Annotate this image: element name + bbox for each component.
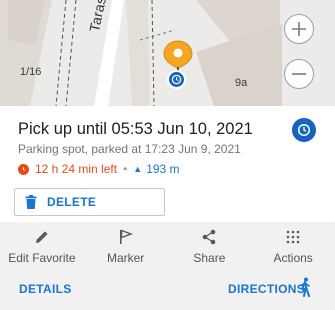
map-label-building: 9a <box>235 77 248 89</box>
share-icon <box>203 229 216 245</box>
delete-label: DELETE <box>47 195 97 209</box>
status-row: 12 h 24 min left • ▲ 193 m <box>18 162 180 176</box>
delete-button[interactable]: DELETE <box>14 188 165 216</box>
grid-dots-icon <box>286 230 300 244</box>
directions-button[interactable]: DIRECTIONS <box>228 282 305 296</box>
marker-label: Marker <box>106 251 145 265</box>
separator-dot: • <box>123 162 128 176</box>
distance-text: 193 m <box>146 162 180 176</box>
edit-favorite-button[interactable]: Edit Favorite <box>0 222 84 270</box>
alarm-clock-icon <box>18 163 29 175</box>
actions-label: Actions <box>273 251 313 265</box>
map-view[interactable]: 1/16 9a Tarasivska <box>0 0 335 106</box>
time-left-text: 12 h 24 min left <box>35 162 118 176</box>
trash-icon <box>25 195 37 209</box>
pencil-icon <box>35 231 48 243</box>
favorite-title: Pick up until 05:53 Jun 10, 2021 <box>18 120 253 138</box>
edit-favorite-label: Edit Favorite <box>8 251 76 265</box>
flag-icon <box>119 229 133 244</box>
share-label: Share <box>193 251 226 265</box>
zoom-out-button[interactable] <box>284 59 314 89</box>
favorite-subtitle: Parking spot, parked at 17:23 Jun 9, 202… <box>18 142 241 156</box>
walking-person-icon[interactable] <box>298 277 312 302</box>
share-button[interactable]: Share <box>168 222 252 270</box>
clock-icon <box>292 118 316 142</box>
direction-arrow-icon: ▲ <box>133 164 143 174</box>
favorite-info-panel: Pick up until 05:53 Jun 10, 2021 Parking… <box>0 106 335 222</box>
action-bar: Edit Favorite Marker Share Actions <box>0 222 335 270</box>
minus-icon <box>292 73 306 75</box>
map-label-building: 1/16 <box>20 66 42 78</box>
actions-menu-button[interactable]: Actions <box>251 222 335 270</box>
marker-button[interactable]: Marker <box>84 222 168 270</box>
details-button[interactable]: DETAILS <box>19 282 72 296</box>
parking-clock-icon <box>167 70 186 89</box>
bottom-bar: DETAILS DIRECTIONS <box>0 270 335 310</box>
zoom-in-button[interactable] <box>284 14 314 44</box>
plus-icon <box>292 22 306 36</box>
